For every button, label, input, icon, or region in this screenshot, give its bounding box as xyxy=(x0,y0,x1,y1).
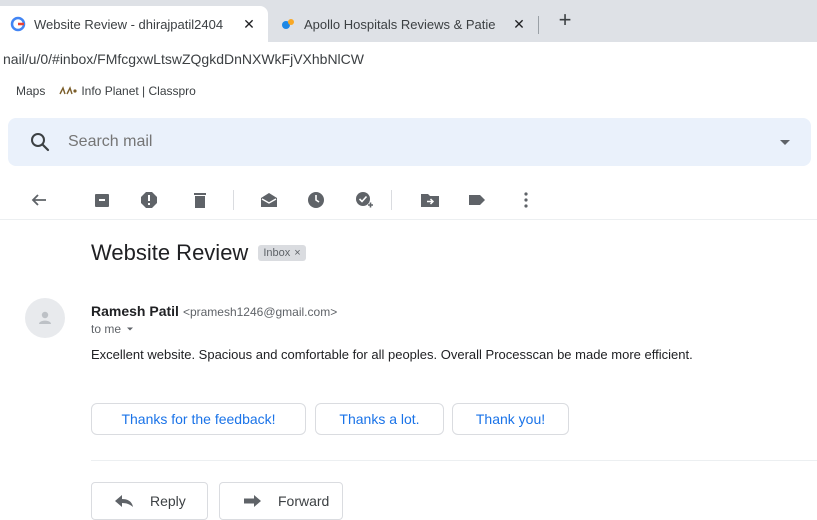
search-icon[interactable] xyxy=(28,130,52,154)
back-arrow-icon[interactable] xyxy=(27,188,51,212)
tab-title: Website Review - dhirajpatil2404 xyxy=(34,16,224,32)
label-text: Inbox xyxy=(263,247,291,259)
recipient-details[interactable]: to me xyxy=(91,322,134,336)
reply-icon xyxy=(115,495,133,507)
email-subject-row: Website Review Inbox × xyxy=(91,240,306,266)
chevron-down-icon xyxy=(127,327,134,331)
delete-icon[interactable] xyxy=(188,188,212,212)
search-bar[interactable] xyxy=(8,118,811,166)
divider xyxy=(91,460,817,461)
label-icon[interactable] xyxy=(465,188,489,212)
remove-label-icon[interactable]: × xyxy=(294,247,300,259)
toolbar-divider xyxy=(233,190,234,210)
bookmark-maps[interactable]: Maps xyxy=(16,84,45,98)
tab-close-icon[interactable]: ✕ xyxy=(508,16,530,33)
mark-unread-icon[interactable] xyxy=(257,188,281,212)
search-input[interactable] xyxy=(68,133,773,151)
search-options-icon[interactable] xyxy=(773,130,797,154)
browser-tab-active[interactable]: Website Review - dhirajpatil2404 ✕ xyxy=(0,6,268,42)
smart-reply-button[interactable]: Thanks a lot. xyxy=(315,403,444,435)
tab-separator xyxy=(538,16,539,34)
more-vert-icon[interactable] xyxy=(514,188,538,212)
add-to-tasks-icon[interactable] xyxy=(352,188,376,212)
email-subject: Website Review xyxy=(91,240,249,265)
smart-reply-button[interactable]: Thank you! xyxy=(452,403,569,435)
message-toolbar xyxy=(0,180,817,220)
archive-icon[interactable] xyxy=(90,188,114,212)
tab-title: Apollo Hospitals Reviews & Patie xyxy=(304,16,496,32)
inbox-label-chip: Inbox × xyxy=(258,245,306,261)
apollo-favicon-icon xyxy=(282,19,294,29)
tab-close-icon[interactable]: ✕ xyxy=(238,16,260,33)
forward-label: Forward xyxy=(278,493,330,509)
forward-icon xyxy=(244,495,261,507)
toolbar-divider xyxy=(391,190,392,210)
new-tab-button[interactable]: + xyxy=(552,8,578,34)
reply-label: Reply xyxy=(150,493,186,509)
bookmarks-bar: Maps Info Planet | Classpro xyxy=(0,76,817,106)
recipient-text: to me xyxy=(91,322,122,336)
report-spam-icon[interactable] xyxy=(137,188,161,212)
move-to-icon[interactable] xyxy=(418,188,442,212)
address-bar[interactable]: nail/u/0/#inbox/FMfcgxwLtswZQgkdDnNXWkFj… xyxy=(0,42,817,76)
email-body: Excellent website. Spacious and comforta… xyxy=(91,347,693,362)
snooze-icon[interactable] xyxy=(304,188,328,212)
sender-info: Ramesh Patil <pramesh1246@gmail.com> xyxy=(91,303,337,319)
default-avatar-icon xyxy=(39,311,51,324)
info-planet-icon xyxy=(59,86,77,95)
bookmark-label: Info Planet | Classpro xyxy=(81,84,196,98)
browser-tab-strip: Website Review - dhirajpatil2404 ✕ Apoll… xyxy=(0,0,817,42)
sender-avatar[interactable] xyxy=(25,298,65,338)
sender-email: <pramesh1246@gmail.com> xyxy=(182,305,338,319)
bookmark-label: Maps xyxy=(16,84,46,98)
smart-reply-button[interactable]: Thanks for the feedback! xyxy=(91,403,306,435)
sender-name: Ramesh Patil xyxy=(91,303,179,319)
forward-button[interactable]: Forward xyxy=(219,482,343,520)
bookmark-info-planet[interactable]: Info Planet | Classpro xyxy=(59,84,196,98)
reply-button[interactable]: Reply xyxy=(91,482,208,520)
browser-tab-inactive[interactable]: Apollo Hospitals Reviews & Patie ✕ xyxy=(270,6,538,42)
gmail-favicon-icon xyxy=(10,16,26,32)
